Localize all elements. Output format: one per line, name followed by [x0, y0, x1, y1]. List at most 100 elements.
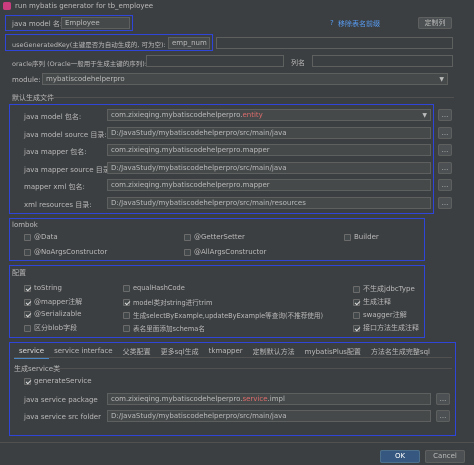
model-name-label: java model 名: [12, 20, 63, 28]
lombok-option-label: @AllArgsConstructor [194, 248, 267, 256]
config-option[interactable]: 区分blob字段 [24, 323, 77, 333]
browse-button[interactable]: ... [438, 144, 452, 156]
generate-service-checkbox[interactable]: generateService [24, 377, 92, 385]
file-row-label: xml resources 目录: [24, 200, 92, 209]
config-option-label: 区分blob字段 [34, 324, 78, 332]
config-option-label: @mapper注解 [34, 298, 83, 306]
checkbox-icon[interactable] [184, 233, 191, 241]
package-input[interactable]: com.zixieqing.mybatiscodehelperpro.mappe… [107, 179, 431, 191]
browse-button[interactable]: ... [438, 179, 452, 191]
directory-input[interactable]: D:/JavaStudy/mybatiscodehelperpro/src/ma… [107, 126, 431, 139]
checkbox-icon[interactable] [123, 284, 130, 292]
lombok-option[interactable]: @Data [24, 233, 58, 241]
config-option[interactable]: 表名里面添加schema名 [123, 323, 205, 333]
footer-divider [0, 442, 474, 443]
browse-button[interactable]: ... [438, 161, 452, 174]
file-row-value: com.zixieqing.mybatiscodehelperpro.mappe… [111, 146, 270, 154]
checkbox-icon[interactable] [123, 298, 130, 306]
config-option-label: 不生成jdbcType [363, 285, 415, 293]
checkbox-icon[interactable] [24, 248, 31, 256]
column-name-input[interactable] [312, 55, 453, 67]
package-input[interactable]: com.zixieqing.mybatiscodehelperpro.mappe… [107, 144, 431, 156]
config-option-label: 接口方法生成注释 [363, 324, 419, 332]
checkbox-icon[interactable] [123, 324, 130, 332]
generate-service-label: generateService [34, 377, 92, 385]
module-label: module: [12, 76, 41, 84]
generated-key-label: useGeneratedKey(主键是否为自动生成的, 可为空): [12, 41, 166, 49]
checkbox-icon[interactable] [24, 310, 31, 318]
module-select[interactable]: mybatiscodehelperpro ▼ [42, 73, 448, 85]
lombok-option-label: @Data [34, 233, 58, 241]
config-option[interactable]: 接口方法生成注释 [353, 323, 419, 333]
file-row-suffix: entity [242, 111, 263, 119]
checkbox-icon[interactable] [24, 377, 31, 385]
config-option[interactable]: @Serializable [24, 310, 81, 318]
checkbox-icon[interactable] [353, 285, 360, 293]
checkbox-icon[interactable] [123, 311, 130, 319]
file-row-value: com.zixieqing.mybatiscodehelperpro. [111, 111, 243, 119]
checkbox-icon[interactable] [24, 298, 31, 306]
checkbox-icon[interactable] [344, 233, 351, 241]
service-folder-input[interactable]: D:/JavaStudy/mybatiscodehelperpro/src/ma… [107, 410, 431, 422]
divider [54, 368, 452, 369]
browse-button[interactable]: ... [436, 410, 450, 422]
browse-button[interactable]: ... [438, 109, 452, 121]
browse-button[interactable]: ... [438, 126, 452, 139]
module-select-value: mybatiscodehelperpro [46, 75, 125, 83]
lombok-option[interactable]: @GetterSetter [184, 233, 245, 241]
service-package-input[interactable]: com.zixieqing.mybatiscodehelperpro.servi… [107, 393, 431, 405]
config-option[interactable]: swagger注解 [353, 310, 407, 320]
config-option[interactable]: 生成selectByExample,updateByExample等查询(不推荐… [123, 310, 323, 320]
checkbox-icon[interactable] [24, 284, 31, 292]
config-option-label: 表名里面添加schema名 [133, 325, 205, 333]
lombok-option-label: @NoArgsConstructor [34, 248, 108, 256]
app-logo-icon [3, 2, 11, 10]
lombok-option[interactable]: @AllArgsConstructor [184, 248, 266, 256]
config-option-label: model类对string进行trim [133, 299, 213, 307]
service-package-tail: .impl [267, 395, 285, 403]
package-input[interactable]: com.zixieqing.mybatiscodehelperpro.entit… [107, 109, 431, 121]
checkbox-icon[interactable] [24, 324, 31, 332]
service-package-label: java service package [24, 396, 98, 404]
browse-button[interactable]: ... [438, 196, 452, 209]
chevron-down-icon: ▼ [439, 76, 444, 83]
config-option[interactable]: toString [24, 284, 62, 292]
generated-key-extra-input[interactable] [216, 37, 453, 49]
config-option[interactable]: equalHashCode [123, 284, 185, 292]
checkbox-icon[interactable] [353, 324, 360, 332]
lombok-option[interactable]: @NoArgsConstructor [24, 248, 107, 256]
config-option[interactable]: @mapper注解 [24, 297, 82, 307]
checkbox-icon[interactable] [353, 311, 360, 319]
model-name-input[interactable]: Employee [61, 17, 130, 29]
service-section-title: 生成service类 [14, 365, 61, 373]
config-option-label: swagger注解 [363, 311, 407, 319]
file-row-label: java model source 目录: [24, 130, 107, 139]
remove-prefix-link[interactable]: 移除表名前缀 [338, 19, 380, 29]
lombok-option[interactable]: Builder [344, 233, 379, 241]
question-icon[interactable]: ? [330, 19, 334, 27]
config-option[interactable]: 不生成jdbcType [353, 284, 415, 294]
directory-input[interactable]: D:/JavaStudy/mybatiscodehelperpro/src/ma… [107, 196, 431, 209]
file-row-value: D:/JavaStudy/mybatiscodehelperpro/src/ma… [111, 198, 306, 207]
sequence-input[interactable] [146, 55, 284, 67]
browse-button[interactable]: ... [436, 393, 450, 405]
lombok-option-label: Builder [354, 233, 379, 241]
ok-button[interactable]: OK [380, 450, 420, 463]
file-row-label: mapper xml 包名: [24, 183, 85, 191]
checkbox-icon[interactable] [184, 248, 191, 256]
custom-columns-button[interactable]: 定制列 [418, 17, 452, 29]
file-row-label: java mapper source 目录: [24, 165, 113, 174]
config-option[interactable]: model类对string进行trim [123, 297, 212, 307]
config-option[interactable]: 生成注释 [353, 297, 391, 307]
checkbox-icon[interactable] [353, 298, 360, 306]
cancel-button[interactable]: Cancel [425, 450, 465, 463]
checkbox-icon[interactable] [24, 233, 31, 241]
generated-key-input[interactable]: emp_num [168, 37, 210, 49]
config-option-label: equalHashCode [133, 284, 185, 292]
file-row-value: D:/JavaStudy/mybatiscodehelperpro/src/ma… [111, 128, 287, 137]
file-row-value: com.zixieqing.mybatiscodehelperpro.mappe… [111, 181, 270, 189]
lombok-option-label: @GetterSetter [194, 233, 245, 241]
divider [44, 97, 454, 98]
directory-input[interactable]: D:/JavaStudy/mybatiscodehelperpro/src/ma… [107, 161, 431, 174]
config-option-label: 生成注释 [363, 298, 391, 306]
